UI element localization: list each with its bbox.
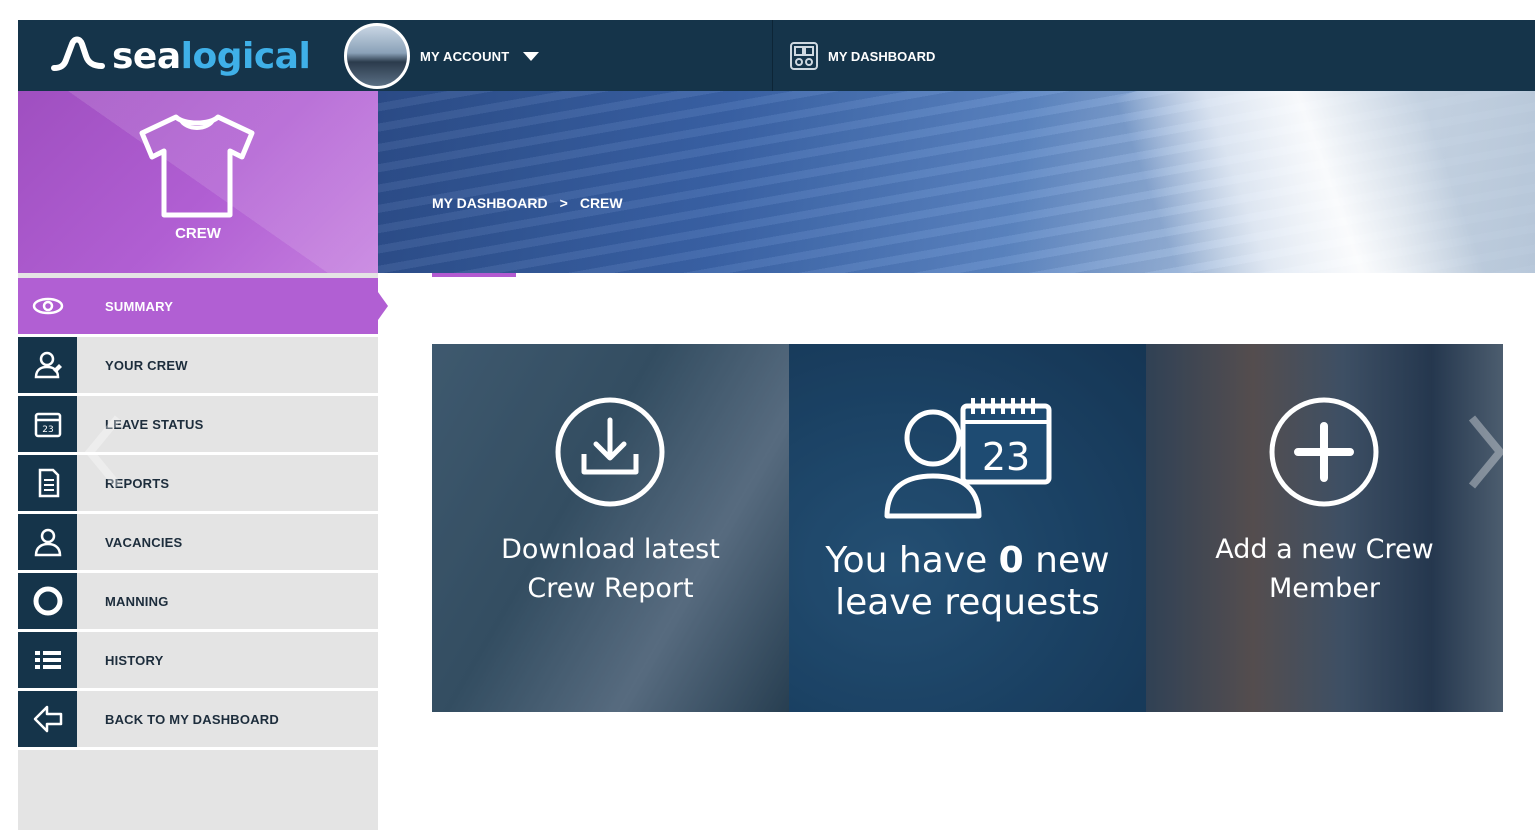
leave-card-suffix: new [1023, 540, 1110, 581]
brand-name: sealogical [112, 35, 311, 77]
chevron-down-icon [523, 51, 540, 61]
dashboard-icon [790, 42, 818, 70]
sidebar-item-leave-status[interactable]: 23 LEAVE STATUS [18, 396, 378, 455]
leave-count: 0 [998, 540, 1024, 581]
leave-card-line2: leave requests [835, 582, 1100, 623]
sidebar-item-vacancies[interactable]: VACANCIES [18, 514, 378, 573]
svg-text:23: 23 [42, 425, 53, 435]
topbar-divider [772, 20, 773, 91]
brand-name-part1: sea [112, 35, 181, 77]
sidebar-item-label: YOUR CREW [105, 357, 188, 373]
sidebar-item-history[interactable]: HISTORY [18, 632, 378, 691]
add-card-text: Add a new Crew Member [1146, 530, 1503, 608]
download-card-text: Download latest Crew Report [432, 530, 789, 608]
sidebar-item-label: HISTORY [105, 652, 164, 668]
sidebar-nav: SUMMARY YOUR CREW 23 LEAVE STATUS REPORT… [18, 278, 388, 750]
sealogical-logo-icon [51, 36, 105, 71]
eye-icon [18, 278, 77, 334]
app-window: sealogical MY ACCOUNT MY DASHBOARD MY DA… [18, 20, 1535, 830]
sidebar: CREW SUMMARY YOUR CREW 23 LEAVE STATUS R… [18, 91, 388, 830]
calendar-icon: 23 [18, 396, 77, 452]
leave-card-prefix: You have [825, 540, 999, 581]
crew-member-icon [18, 337, 77, 393]
download-report-card[interactable]: Download latest Crew Report [432, 344, 789, 712]
breadcrumb-my-dashboard[interactable]: MY DASHBOARD [432, 195, 548, 211]
leave-requests-card[interactable]: 23 You have 0 new leave requests [789, 344, 1146, 712]
back-arrow-icon [18, 691, 77, 747]
hero-accent-bar [432, 273, 516, 277]
download-icon [555, 397, 665, 507]
sidebar-item-back-to-dashboard[interactable]: BACK TO MY DASHBOARD [18, 691, 378, 750]
download-card-line2: Crew Report [527, 573, 694, 604]
sidebar-item-summary[interactable]: SUMMARY [18, 278, 388, 337]
brand-name-part2: logical [180, 35, 311, 77]
brand-logo[interactable]: sealogical [50, 32, 311, 80]
add-card-line2: Member [1268, 573, 1381, 604]
leave-card-line1: You have 0 new [789, 540, 1146, 582]
chevron-right-icon[interactable] [1464, 412, 1508, 492]
leave-card-text: You have 0 new leave requests [789, 540, 1146, 624]
person-icon [18, 514, 77, 570]
sidebar-item-label: BACK TO MY DASHBOARD [105, 711, 279, 727]
section-header: CREW [18, 91, 378, 273]
tshirt-icon [139, 114, 255, 218]
chevron-left-icon[interactable] [82, 412, 126, 492]
person-calendar-icon: 23 [884, 398, 1052, 519]
add-card-line1: Add a new Crew [1215, 534, 1434, 565]
download-card-line1: Download latest [501, 534, 720, 565]
my-account-label: MY ACCOUNT [420, 48, 510, 64]
sidebar-item-label: VACANCIES [105, 534, 183, 550]
avatar[interactable] [344, 23, 410, 89]
my-dashboard-link[interactable]: MY DASHBOARD [788, 38, 935, 74]
list-icon [18, 632, 77, 688]
add-crew-member-card[interactable]: Add a new Crew Member [1146, 344, 1503, 712]
calendar-number: 23 [982, 435, 1030, 479]
sidebar-item-manning[interactable]: MANNING [18, 573, 378, 632]
action-cards: Download latest Crew Report 23 You have … [432, 344, 1503, 712]
breadcrumb-crew: CREW [579, 195, 623, 211]
document-icon [18, 455, 77, 511]
breadcrumb: MY DASHBOARD > CREW [432, 195, 623, 211]
my-dashboard-label: MY DASHBOARD [828, 48, 936, 64]
lifebuoy-icon [18, 573, 77, 629]
sidebar-item-label: MANNING [105, 593, 169, 609]
sidebar-item-your-crew[interactable]: YOUR CREW [18, 337, 378, 396]
sidebar-item-reports[interactable]: REPORTS [18, 455, 378, 514]
section-title: CREW [175, 225, 221, 242]
plus-circle-icon [1269, 397, 1379, 507]
sidebar-item-label: SUMMARY [105, 298, 174, 314]
top-bar: sealogical MY ACCOUNT MY DASHBOARD [18, 20, 1535, 91]
hero-banner: MY DASHBOARD > CREW [378, 91, 1535, 273]
breadcrumb-separator: > [559, 195, 568, 211]
my-account-menu[interactable]: MY ACCOUNT [344, 22, 540, 90]
